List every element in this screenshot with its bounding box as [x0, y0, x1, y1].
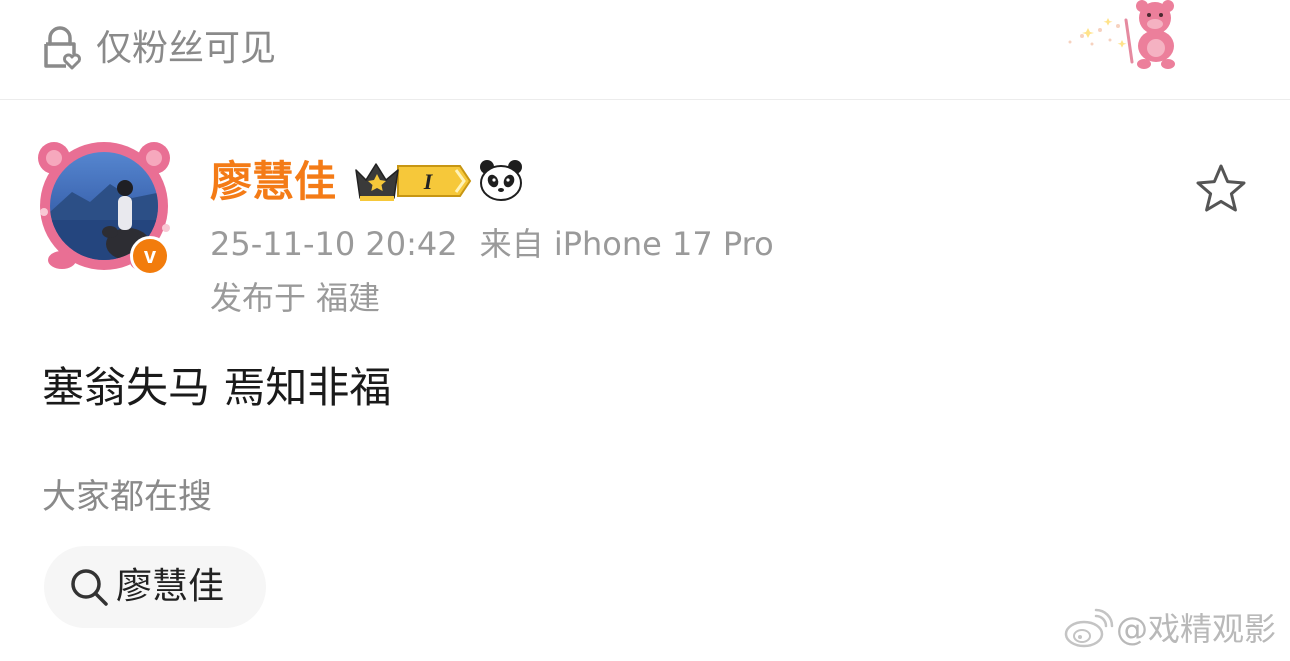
author-name[interactable]: 廖慧佳	[210, 156, 336, 208]
post-meta: 25-11-10 20:42 来自 iPhone 17 Pro	[210, 222, 774, 266]
watermark-text: @戏精观影	[1116, 610, 1277, 648]
visibility-label: 仅粉丝可见	[96, 28, 277, 69]
lock-heart-icon	[44, 26, 81, 70]
post-source: 来自 iPhone 17 Pro	[479, 225, 774, 263]
trending-heading: 大家都在搜	[42, 477, 212, 517]
level-badge-text: I	[423, 169, 434, 194]
star-icon[interactable]	[1194, 162, 1248, 216]
panda-icon	[480, 160, 522, 201]
weibo-logo-icon	[1064, 608, 1114, 648]
post-timestamp: 25-11-10 20:42	[210, 225, 458, 263]
search-icon	[71, 569, 108, 606]
crown-badge-icon[interactable]: I	[352, 158, 472, 204]
verified-badge: v	[130, 236, 170, 276]
search-chip-label: 廖慧佳	[116, 566, 225, 607]
search-chip[interactable]: 廖慧佳	[44, 546, 266, 628]
visibility-bar: 仅粉丝可见	[0, 0, 1290, 100]
post-location: 发布于 福建	[210, 279, 381, 317]
strawberry-bear-sticker	[1068, 0, 1175, 69]
post-content: 塞翁失马 焉知非福	[42, 363, 392, 412]
